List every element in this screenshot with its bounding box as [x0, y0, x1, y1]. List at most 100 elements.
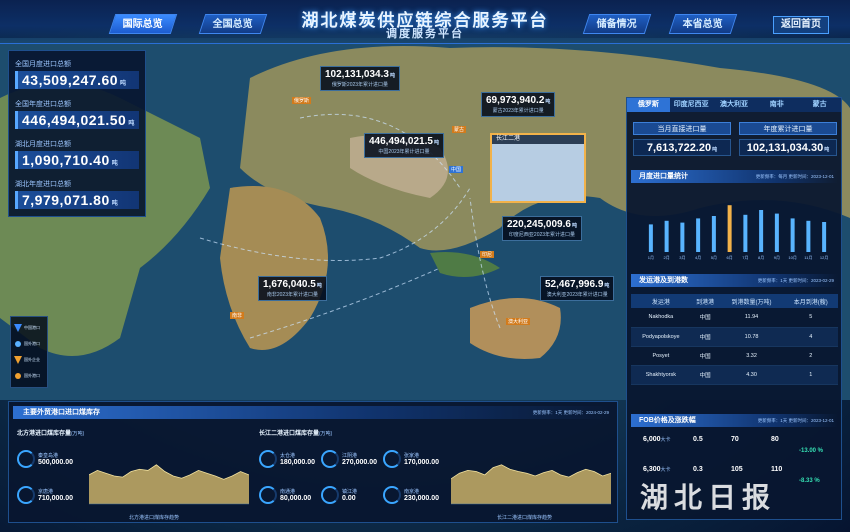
- map-legend: 中国港口 国外港口 国外企业 国外港口: [10, 316, 48, 388]
- origin-marker-south-africa[interactable]: 南非: [230, 312, 245, 319]
- gauge-value: 180,000.00: [280, 459, 316, 466]
- cell: 2: [783, 346, 838, 366]
- country-tab-australia[interactable]: 澳大利亚: [713, 98, 756, 112]
- gauge-ring-icon: [17, 486, 35, 504]
- gauge-yangtze-5: 南京港 230,000.00: [383, 486, 439, 504]
- fob-value: 110: [771, 466, 783, 473]
- yangtze-ports-title: 长江二港进口煤库存量(万吨): [259, 431, 333, 437]
- stat-value: 7,979,071.80 吨: [15, 191, 139, 209]
- dot-marker-icon: [15, 341, 21, 347]
- stat-hubei-yearly: 湖北年度进口总额 7,979,071.80 吨: [15, 179, 139, 209]
- callout-desc: 印度尼西亚2023年累计进口量: [508, 232, 576, 238]
- gauge-value: 500,000.00: [38, 459, 74, 466]
- kpi-value: 102,131,034.30吨: [739, 139, 837, 156]
- origin-marker-russia[interactable]: 俄罗斯: [292, 97, 312, 104]
- gauge-label: 张家港: [404, 453, 420, 459]
- column-header: 本月到港(艘): [783, 294, 838, 308]
- callout-value: 52,467,996.9吨: [545, 279, 610, 290]
- region-inset-map[interactable]: 长江二港: [490, 133, 586, 203]
- month-tick-label: 5月: [711, 255, 717, 260]
- callout-mongolia: 69,973,940.2吨 蒙古2023年累计进口量: [481, 92, 556, 117]
- gauge-ring-icon: [321, 486, 339, 504]
- callout-value: 220,245,009.6吨: [507, 219, 577, 230]
- cell: 5: [783, 308, 838, 328]
- origin-marker-china[interactable]: 中国: [449, 166, 464, 173]
- country-tabs: 俄罗斯 印度尼西亚 澳大利亚 南非 蒙古: [627, 98, 841, 112]
- callout-desc: 俄罗斯2023年累计进口量: [331, 82, 389, 88]
- column-header: 到港数量(万吨): [719, 294, 784, 308]
- cell: Posyet: [631, 346, 691, 366]
- inventory-area: [89, 464, 249, 504]
- country-tab-mongolia[interactable]: 蒙古: [798, 98, 841, 112]
- month-tick-label: 3月: [679, 255, 685, 260]
- month-tick-label: 7月: [742, 255, 748, 260]
- home-button[interactable]: 返回首页: [773, 16, 829, 34]
- origin-marker-indonesia[interactable]: 印尼: [480, 251, 495, 258]
- gauge-value: 270,000.00: [342, 459, 378, 466]
- inventory-area: [451, 464, 611, 504]
- legend-item: 国外港口: [14, 336, 44, 352]
- month-bar: [648, 224, 653, 252]
- cell: 中国: [690, 365, 720, 385]
- month-tick-label: 10月: [788, 255, 796, 260]
- blue-marker-icon: [14, 324, 22, 332]
- gauge-ring-icon: [383, 450, 401, 468]
- country-tab-russia[interactable]: 俄罗斯: [627, 98, 670, 112]
- table-row[interactable]: Shakhtyorsk 中国 4.30 1: [631, 365, 838, 385]
- gauge-ring-icon: [17, 450, 35, 468]
- watermark-logo: 湖北日报: [640, 481, 777, 514]
- fob-change: -8.33 %: [799, 478, 820, 484]
- cell: 3.32: [719, 346, 784, 366]
- inventory-header: 主要外贸港口进口煤库存 更新频率：1天 更新时间：2024-02-29: [13, 406, 613, 419]
- callout-russia: 102,131,034.3吨 俄罗斯2023年累计进口量: [320, 66, 400, 91]
- gauge-value: 230,000.00: [404, 495, 440, 502]
- gauge-ring-icon: [321, 450, 339, 468]
- origin-marker-australia[interactable]: 澳大利亚: [506, 318, 531, 325]
- north-inventory-area-chart: [89, 464, 249, 505]
- chart-caption: 北方港进口煤库存趋势: [129, 515, 180, 521]
- table-row[interactable]: Podyapolskoye 中国 10.78 4: [631, 327, 838, 347]
- legend-item: 中国港口: [14, 320, 44, 336]
- gauge-label: 镇江港: [342, 489, 358, 495]
- callout-desc: 中国2023年累计进口量: [378, 149, 430, 155]
- gauge-yangtze-2: 张家港 170,000.00: [383, 450, 439, 468]
- table-row[interactable]: Posyet 中国 3.32 2: [631, 346, 838, 366]
- stat-value: 446,494,021.50 吨: [15, 111, 139, 129]
- stat-label: 湖北月度进口总额: [15, 141, 71, 148]
- fob-value: 0.5: [693, 436, 703, 443]
- section-title: 月度进口量统计: [639, 173, 688, 180]
- country-detail-panel: 俄罗斯 印度尼西亚 澳大利亚 南非 蒙古 当月直接进口量 7,613,722.2…: [626, 97, 842, 520]
- month-bar: [790, 218, 795, 252]
- australia-land: [470, 298, 561, 359]
- cell: Shakhtyorsk: [631, 365, 691, 385]
- cell: 中国: [690, 327, 720, 347]
- month-bar: [822, 222, 827, 252]
- tab-reserves[interactable]: 储备情况: [582, 14, 652, 34]
- table-row[interactable]: Nakhodka 中国 11.94 5: [631, 308, 838, 328]
- fob-calorific: 6,300大卡: [643, 466, 671, 473]
- month-tick-label: 6月: [727, 255, 733, 260]
- gauge-ring-icon: [259, 450, 277, 468]
- cell: 1: [783, 365, 838, 385]
- month-bar: [696, 218, 701, 252]
- gauge-yangtze-3: 南通港 80,000.00: [259, 486, 311, 504]
- country-tab-indonesia[interactable]: 印度尼西亚: [670, 98, 713, 112]
- fob-value: 0.3: [693, 466, 703, 473]
- country-tab-south-africa[interactable]: 南非: [755, 98, 798, 112]
- callout-china: 446,494,021.5吨 中国2023年累计进口量: [364, 133, 444, 158]
- origin-marker-mongolia[interactable]: 蒙古: [452, 126, 467, 133]
- month-tick-label: 4月: [695, 255, 701, 260]
- section-title: 主要外贸港口进口煤库存: [23, 409, 100, 416]
- section-title: FOB价格及涨跌幅: [639, 417, 696, 424]
- callout-value: 1,676,040.5吨: [263, 279, 322, 290]
- column-header: 发运港: [631, 294, 691, 308]
- stat-hubei-monthly: 湖北月度进口总额 1,090,710.40 吨: [15, 139, 139, 169]
- callout-desc: 南非2023年累计进口量: [266, 292, 318, 298]
- stat-label: 全国年度进口总额: [15, 101, 71, 108]
- month-bar: [680, 222, 685, 252]
- tab-province[interactable]: 本省总览: [668, 14, 738, 34]
- update-info: 更新频率：每月 更新时间：2023-12-01: [755, 174, 834, 179]
- gauge-label: 秦皇岛港: [38, 453, 59, 459]
- legend-item: 国外企业: [14, 352, 44, 368]
- kpi-monthly-import: 当月直接进口量 7,613,722.20吨: [633, 122, 731, 156]
